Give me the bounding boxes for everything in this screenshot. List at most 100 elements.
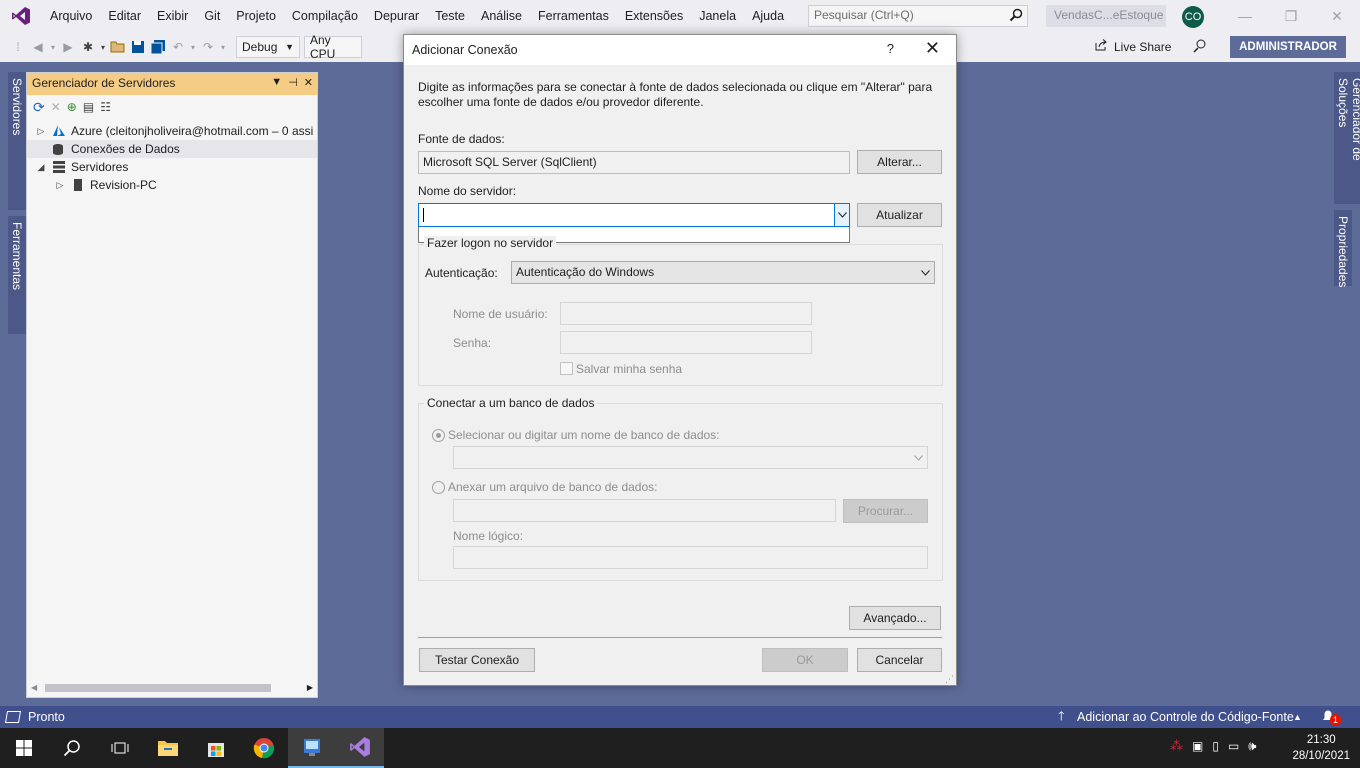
solution-configuration-combo[interactable]: Debug ▼	[236, 36, 300, 58]
new-project-icon[interactable]: ✱	[78, 37, 98, 57]
search-input[interactable]: Pesquisar (Ctrl+Q)	[808, 5, 1028, 27]
setup-app-icon[interactable]	[288, 728, 336, 768]
task-view-icon[interactable]	[96, 728, 144, 768]
redo-icon[interactable]: ↷	[198, 37, 218, 57]
solution-name[interactable]: VendasC...eEstoque	[1046, 5, 1166, 27]
undo-icon[interactable]: ↶	[168, 37, 188, 57]
advanced-button[interactable]: Avançado...	[849, 606, 941, 630]
server-name-combo[interactable]	[418, 203, 850, 227]
pin-icon[interactable]: ⊣	[288, 76, 298, 89]
menu-extensoes[interactable]: Extensões	[617, 0, 691, 32]
volume-icon[interactable]: 🕪	[1248, 738, 1256, 754]
file-explorer-icon[interactable]	[144, 728, 192, 768]
save-icon[interactable]	[128, 37, 148, 57]
back-dropdown-icon[interactable]: ▾	[48, 37, 58, 57]
menu-editar[interactable]: Editar	[100, 0, 149, 32]
back-icon[interactable]: ◀	[28, 37, 48, 57]
feedback-icon[interactable]	[1192, 38, 1208, 57]
menu-exibir[interactable]: Exibir	[149, 0, 196, 32]
minimize-icon[interactable]: —	[1222, 0, 1268, 32]
scroll-thumb[interactable]	[45, 684, 271, 692]
microsoft-store-icon[interactable]	[192, 728, 240, 768]
horizontal-scrollbar[interactable]: ◀ ▶	[31, 681, 313, 693]
close-panel-icon[interactable]: ✕	[304, 76, 313, 89]
connect-to-server-icon[interactable]: ▤	[83, 100, 94, 114]
menu-ferramentas[interactable]: Ferramentas	[530, 0, 617, 32]
battery-icon[interactable]: ▯	[1212, 739, 1219, 753]
menu-janela[interactable]: Janela	[691, 0, 744, 32]
taskbar-clock[interactable]: 21:30 28/10/2021	[1292, 732, 1350, 764]
output-window-icon[interactable]	[4, 711, 22, 723]
username-label: Nome de usuário:	[453, 307, 548, 321]
resize-grip-icon[interactable]: ⋰	[945, 674, 954, 685]
windows-start-icon[interactable]	[0, 728, 48, 768]
test-connection-button[interactable]: Testar Conexão	[419, 648, 535, 672]
window-position-dropdown-icon[interactable]: ▼	[271, 76, 282, 89]
browse-button[interactable]: Procurar...	[843, 499, 928, 523]
close-window-icon[interactable]: ✕	[1314, 0, 1360, 32]
select-db-radio[interactable]	[432, 429, 445, 442]
menu-projeto[interactable]: Projeto	[228, 0, 284, 32]
defender-icon[interactable]: ▣	[1192, 739, 1203, 753]
refresh-icon[interactable]: ⟳	[33, 99, 45, 116]
username-field[interactable]	[560, 302, 812, 325]
cancel-button[interactable]: Cancelar	[857, 648, 942, 672]
chevron-down-icon[interactable]	[834, 204, 849, 226]
side-tab-properties[interactable]: Propriedades	[1334, 210, 1352, 287]
connect-to-azure-icon[interactable]: ☷	[100, 100, 111, 114]
collapse-arrow-icon[interactable]: ◢	[35, 162, 47, 173]
auth-combo[interactable]: Autenticação do Windows	[511, 261, 935, 284]
menu-teste[interactable]: Teste	[427, 0, 473, 32]
menu-git[interactable]: Git	[196, 0, 228, 32]
open-folder-icon[interactable]	[108, 37, 128, 57]
database-file-field[interactable]	[453, 499, 836, 522]
attach-file-radio[interactable]	[432, 481, 445, 494]
ok-button[interactable]: OK	[762, 648, 848, 672]
tree-item-data-connections[interactable]: Conexões de Dados	[27, 140, 317, 158]
avatar[interactable]: CO	[1182, 6, 1204, 28]
redo-dropdown-icon[interactable]: ▾	[218, 37, 228, 57]
clock-time: 21:30	[1306, 734, 1336, 746]
logical-name-field[interactable]	[453, 546, 928, 569]
network-icon[interactable]: ▭	[1228, 739, 1239, 753]
scroll-left-icon[interactable]: ◀	[31, 683, 37, 692]
connect-to-database-icon[interactable]: ⊕	[67, 100, 77, 114]
undo-dropdown-icon[interactable]: ▾	[188, 37, 198, 57]
side-tab-solution-explorer[interactable]: Gerenciador de Soluções	[1334, 72, 1360, 204]
network-share-icon[interactable]: ⁂	[1170, 738, 1183, 754]
close-icon[interactable]: ✕	[925, 38, 940, 59]
restore-icon[interactable]: ❐	[1268, 0, 1314, 32]
menu-depurar[interactable]: Depurar	[366, 0, 427, 32]
password-field[interactable]	[560, 331, 812, 354]
new-project-dropdown-icon[interactable]: ▾	[98, 37, 108, 57]
live-share-button[interactable]: Live Share	[1094, 38, 1171, 55]
visual-studio-taskbar-icon[interactable]	[336, 728, 384, 768]
scroll-right-icon[interactable]: ▶	[307, 683, 313, 692]
tree-item-label: Azure (cleitonjholiveira@hotmail.com – 0…	[71, 124, 314, 138]
stop-icon[interactable]: ✕	[51, 100, 61, 114]
database-name-combo[interactable]	[453, 446, 928, 469]
expand-arrow-icon[interactable]: ▷	[35, 126, 47, 137]
taskbar-search-icon[interactable]	[48, 728, 96, 768]
solution-platform-combo[interactable]: Any CPU	[304, 33, 362, 61]
chrome-icon[interactable]	[240, 728, 288, 768]
tree-item-revision-pc[interactable]: ▷ Revision-PC	[27, 176, 317, 194]
save-password-checkbox[interactable]	[560, 362, 573, 375]
dialog-title-bar: Adicionar Conexão ? ✕	[404, 35, 956, 65]
refresh-button[interactable]: Atualizar	[857, 203, 942, 227]
help-icon[interactable]: ?	[887, 41, 894, 56]
menu-analise[interactable]: Análise	[473, 0, 530, 32]
menu-ajuda[interactable]: Ajuda	[744, 0, 792, 32]
auth-label: Autenticação:	[425, 266, 498, 280]
source-control-button[interactable]: Adicionar ao Controle do Código-Fonte	[1077, 710, 1294, 724]
chevron-down-icon: ▼	[285, 42, 294, 52]
change-button[interactable]: Alterar...	[857, 150, 942, 174]
forward-icon[interactable]: ▶	[58, 37, 78, 57]
chevron-up-icon: ▲	[1293, 712, 1302, 722]
tree-item-servers[interactable]: ◢ Servidores	[27, 158, 317, 176]
save-all-icon[interactable]	[148, 37, 168, 57]
menu-arquivo[interactable]: Arquivo	[42, 0, 100, 32]
expand-arrow-icon[interactable]: ▷	[54, 180, 66, 191]
tree-item-azure[interactable]: ▷ Azure (cleitonjholiveira@hotmail.com –…	[27, 122, 317, 140]
menu-compilacao[interactable]: Compilação	[284, 0, 366, 32]
